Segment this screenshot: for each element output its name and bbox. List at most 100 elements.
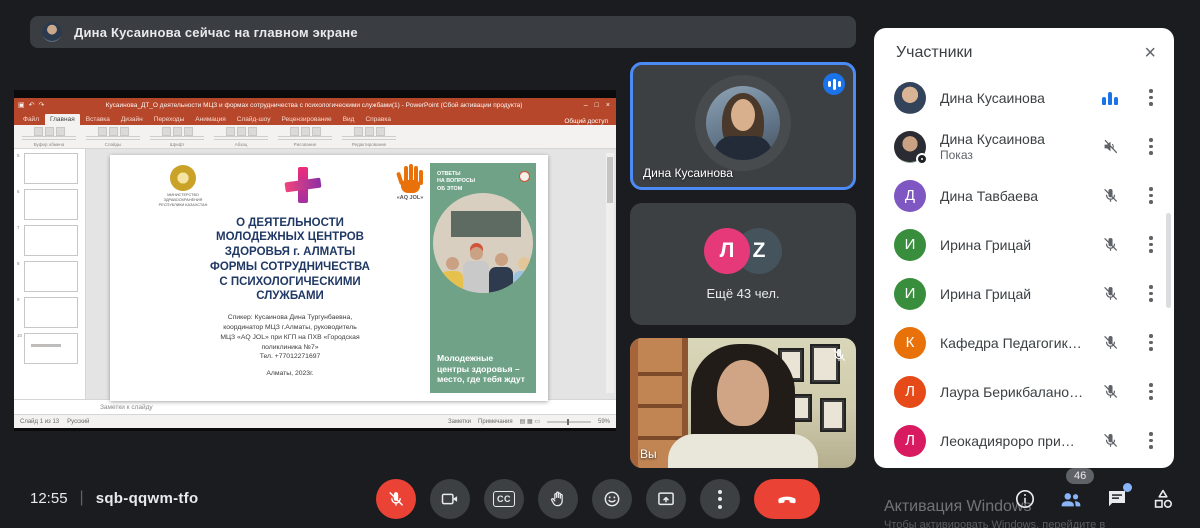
activities-button[interactable] <box>1150 486 1176 512</box>
presenter-avatar <box>42 22 62 42</box>
ppt-ribbon-group[interactable]: Буфер обмена <box>22 127 76 147</box>
video-tile-speaker[interactable]: Дина Кусаинова <box>630 62 856 190</box>
activities-shapes-icon <box>1151 487 1175 511</box>
ppt-vertical-scrollbar[interactable] <box>606 153 614 393</box>
mic-off-icon <box>830 346 848 364</box>
info-icon <box>1013 487 1037 511</box>
ppt-quick-access-toolbar[interactable]: ▣↶↷ <box>18 101 44 109</box>
participants-title: Участники <box>896 44 972 62</box>
participant-menu-button[interactable] <box>1142 285 1160 302</box>
ppt-tab-9[interactable]: Вид <box>338 114 360 125</box>
participant-menu-button[interactable] <box>1142 334 1160 351</box>
ppt-ribbon-group[interactable]: Рисование <box>278 127 332 147</box>
participants-scrollbar[interactable] <box>1166 213 1171 308</box>
emblem-caption: МИНИСТЕРСТВО ЗДРАВООХРАНЕНИЯ РЕСПУБЛИКИ … <box>140 193 226 208</box>
people-icon <box>1058 486 1084 512</box>
ppt-slide-thumbnail[interactable]: 6 <box>24 189 82 220</box>
ppt-ribbon: Буфер обмена Слайды Шрифт Абзац Рисование Ред… <box>14 125 616 149</box>
ppt-notes-bar[interactable]: Заметки к слайду <box>14 399 616 414</box>
ppt-slide-thumbnail[interactable]: 5 <box>24 153 82 184</box>
hand-icon <box>397 165 423 193</box>
participant-menu-button[interactable] <box>1142 432 1160 449</box>
ppt-tab-2[interactable]: Главная <box>45 114 80 125</box>
slide-title: О ДЕЯТЕЛЬНОСТИ МОЛОДЕЖНЫХ ЦЕНТРОВ ЗДОРОВ… <box>140 216 440 304</box>
watermark-line2: Чтобы активировать Windows, перейдите в <box>884 519 1105 528</box>
speaker-avatar <box>706 86 780 160</box>
audio-activity-icon <box>823 73 845 95</box>
mic-off-icon <box>1098 431 1122 450</box>
close-panel-icon[interactable]: × <box>1144 43 1156 63</box>
meeting-code: sqb-qqwm-tfo <box>96 490 199 507</box>
ppt-tab-7[interactable]: Слайд-шоу <box>232 114 276 125</box>
ppt-window-buttons[interactable]: –□ × <box>584 102 612 109</box>
captions-button[interactable]: CC <box>484 479 524 519</box>
participant-avatar: И <box>894 278 926 310</box>
ppt-current-slide: МИНИСТЕРСТВО ЗДРАВООХРАНЕНИЯ РЕСПУБЛИКИ … <box>110 155 548 401</box>
video-tile-self[interactable]: Вы <box>630 338 856 468</box>
ppt-title-bar: ▣↶↷ Кусаинова_ДТ_О деятельности МЦЗ и фо… <box>14 98 616 112</box>
participant-menu-button[interactable] <box>1142 187 1160 204</box>
ppt-tab-10[interactable]: Справка <box>360 114 396 125</box>
ppt-slide-thumbnail[interactable]: 10 <box>24 333 82 364</box>
ppt-ribbon-group[interactable]: Слайды <box>86 127 140 147</box>
raise-hand-button[interactable] <box>538 479 578 519</box>
speaker-off-icon <box>1098 137 1122 156</box>
show-participants-button[interactable] <box>1058 486 1084 512</box>
emblem-icon <box>170 165 196 191</box>
participant-avatar <box>894 82 926 114</box>
ppt-zoom-slider[interactable] <box>547 421 591 423</box>
shared-screen-area[interactable]: ▣↶↷ Кусаинова_ДТ_О деятельности МЦЗ и фо… <box>14 90 616 431</box>
participant-menu-button[interactable] <box>1142 138 1160 155</box>
card-illustration <box>433 193 533 293</box>
camera-button[interactable] <box>430 479 470 519</box>
meet-window: Дина Кусаинова сейчас на главном экране … <box>0 0 1200 528</box>
ppt-tab-4[interactable]: Дизайн <box>116 114 148 125</box>
participant-row: Дина КусаиноваПоказ <box>874 122 1174 171</box>
card-top-text: ОТВЕТЫ НА ВОПРОСЫ ОБ ЭТОМ <box>437 171 475 193</box>
undo-icon[interactable]: ↶ <box>29 101 35 109</box>
clock-time: 12:55 <box>30 490 68 507</box>
ppt-tab-6[interactable]: Анимация <box>190 114 231 125</box>
more-options-button[interactable] <box>700 479 740 519</box>
participant-menu-button[interactable] <box>1142 89 1160 106</box>
ppt-ribbon-group[interactable]: Абзац <box>214 127 268 147</box>
powerpoint-window: ▣↶↷ Кусаинова_ДТ_О деятельности МЦЗ и фо… <box>14 98 616 428</box>
ppt-slide-thumbnail[interactable]: 8 <box>24 261 82 292</box>
chat-notification-dot <box>1123 483 1132 492</box>
save-icon[interactable]: ▣ <box>18 101 25 109</box>
mic-off-icon <box>1098 186 1122 205</box>
ppt-share-button[interactable]: Общий доступ <box>564 118 616 125</box>
ppt-window-title: Кусаинова_ДТ_О деятельности МЦЗ и формах… <box>44 102 583 109</box>
meeting-details-button[interactable] <box>1012 486 1038 512</box>
ppt-zoom-level[interactable]: 59% <box>598 419 610 425</box>
ppt-notes-toggle[interactable]: Заметки <box>448 419 471 425</box>
participant-row: ЛЛаура Берикбаланова <box>874 367 1174 416</box>
video-tile-more-people[interactable]: Z Л Ещё 43 чел. <box>630 203 856 325</box>
clock-icon <box>519 171 530 182</box>
participant-menu-button[interactable] <box>1142 236 1160 253</box>
minimize-icon[interactable]: – <box>584 102 588 109</box>
more-people-avatars: Z Л <box>704 228 782 274</box>
participant-menu-button[interactable] <box>1142 383 1160 400</box>
chat-button[interactable] <box>1104 486 1130 512</box>
participant-subtitle: Показ <box>940 148 1084 162</box>
end-call-button[interactable] <box>754 479 820 519</box>
mic-mute-button[interactable] <box>376 479 416 519</box>
ppt-view-buttons[interactable]: ▤ ▦ ▭ <box>520 418 540 425</box>
ppt-tab-5[interactable]: Переходы <box>149 114 190 125</box>
ppt-comments-toggle[interactable]: Примечания <box>478 419 513 425</box>
ppt-tab-3[interactable]: Вставка <box>81 114 115 125</box>
ppt-slide-thumbnail[interactable]: 9 <box>24 297 82 328</box>
present-screen-button[interactable] <box>646 479 686 519</box>
reactions-button[interactable] <box>592 479 632 519</box>
maximize-icon[interactable]: □ <box>595 102 599 109</box>
ppt-tab-1[interactable]: Файл <box>18 114 44 125</box>
ppt-ribbon-group[interactable]: Редактирование <box>342 127 396 147</box>
participant-avatar: Л <box>894 425 926 457</box>
close-icon[interactable]: × <box>606 102 610 109</box>
ppt-tab-8[interactable]: Рецензирование <box>276 114 336 125</box>
participants-list: Дина КусаиноваДина КусаиноваПоказДДина Т… <box>874 73 1174 468</box>
ppt-slide-thumbnail[interactable]: 7 <box>24 225 82 256</box>
ppt-slide-counter: Слайд 1 из 13 <box>20 419 59 425</box>
ppt-ribbon-group[interactable]: Шрифт <box>150 127 204 147</box>
